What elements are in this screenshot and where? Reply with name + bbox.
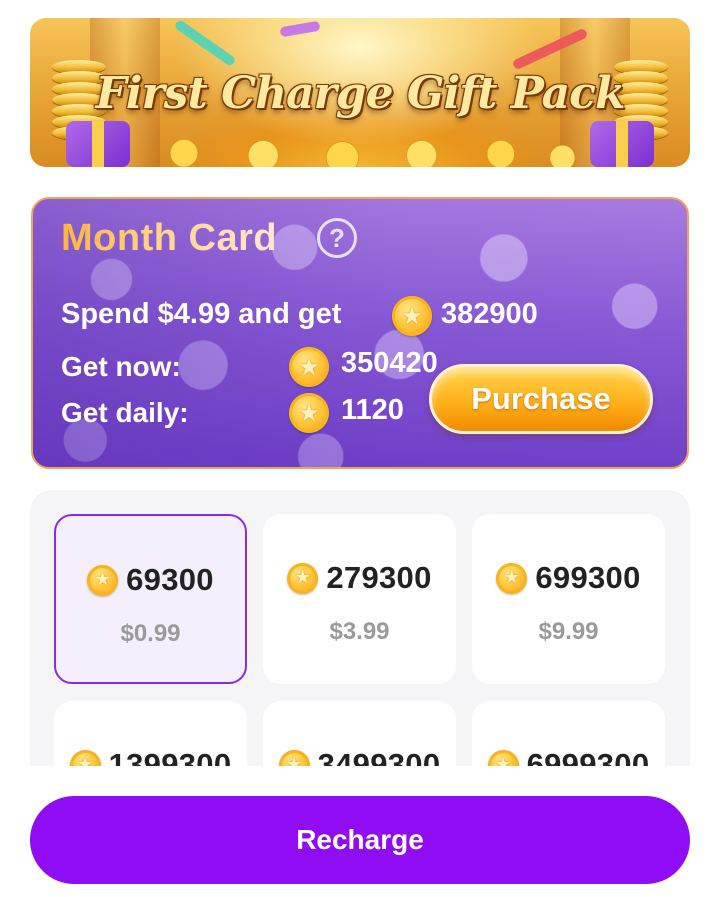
package-price: $9.99 (538, 618, 599, 645)
confetti-ribbon (173, 18, 237, 68)
package-card[interactable]: ★ 699300 $9.99 (472, 514, 665, 684)
package-amount: 3499300 (317, 747, 441, 766)
star-coin-icon: ★ (289, 393, 329, 433)
star-coin-icon: ★ (496, 562, 528, 594)
package-amount: 1399300 (108, 747, 232, 766)
spend-total: 382900 (441, 298, 538, 330)
star-coin-icon: ★ (87, 564, 119, 596)
package-amount: 699300 (535, 560, 641, 595)
gift-box-icon (590, 121, 654, 167)
get-daily-value: 1120 (341, 394, 404, 426)
gift-box-icon (66, 121, 130, 167)
get-now-label: Get now: (61, 351, 181, 382)
package-price: $0.99 (120, 620, 181, 647)
package-amount: 69300 (126, 562, 214, 597)
star-coin-icon: ★ (278, 749, 310, 766)
recharge-packages-grid: ★ 69300 $0.99 ★ 279300 $3.99 ★ 699300 $9… (30, 490, 690, 766)
recharge-button[interactable]: Recharge (30, 796, 690, 884)
spend-text: Spend $4.99 and get (61, 298, 342, 330)
package-price: $3.99 (329, 618, 390, 645)
package-amount: 279300 (326, 560, 432, 595)
confetti-ribbon (279, 20, 321, 38)
get-daily-label: Get daily: (61, 397, 189, 428)
star-coin-icon: ★ (287, 562, 319, 594)
month-card-title: Month Card (61, 217, 278, 259)
get-now-value: 350420 (341, 347, 438, 379)
question-circle-icon[interactable]: ? (317, 218, 357, 258)
star-coin-icon: ★ (487, 749, 519, 766)
star-coin-icon: ★ (69, 749, 101, 766)
package-card[interactable]: ★ 6999300 (472, 701, 665, 766)
package-card[interactable]: ★ 3499300 (263, 701, 456, 766)
star-coin-icon: ★ (392, 296, 432, 336)
month-card-panel: Month Card ? Spend $4.99 and get ★ 38290… (31, 197, 689, 469)
banner-title: First Charge Gift Pack (95, 68, 626, 119)
package-card[interactable]: ★ 279300 $3.99 (263, 514, 456, 684)
gold-coins-pile (140, 121, 580, 167)
first-charge-banner[interactable]: First Charge Gift Pack (30, 18, 690, 167)
star-coin-icon: ★ (289, 347, 329, 387)
package-card[interactable]: ★ 69300 $0.99 (54, 514, 247, 684)
help-symbol: ? (329, 222, 345, 253)
purchase-button[interactable]: Purchase (429, 364, 653, 434)
package-amount: 6999300 (526, 747, 650, 766)
package-card[interactable]: ★ 1399300 (54, 701, 247, 766)
